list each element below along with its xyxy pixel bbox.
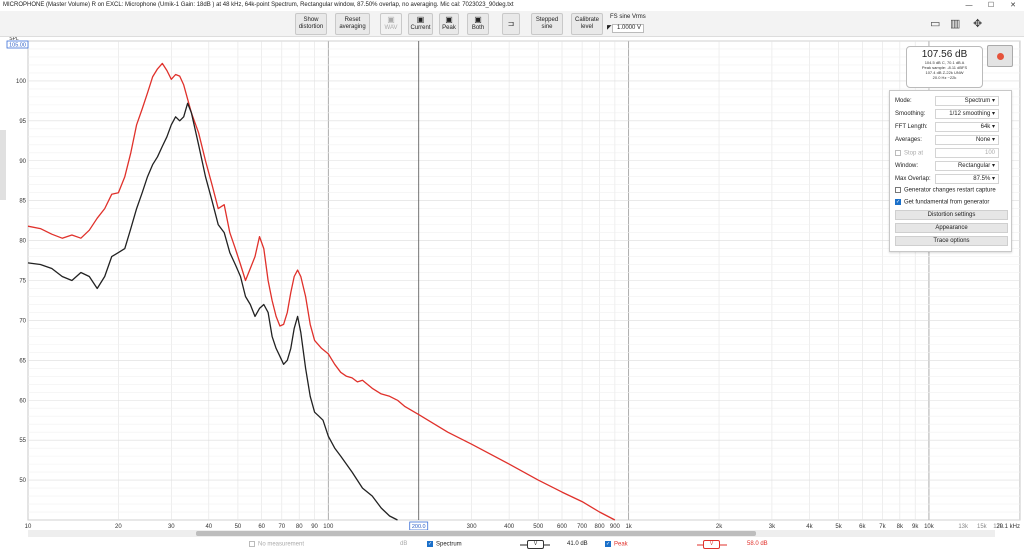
y-tick-label: 100 — [16, 79, 27, 85]
max-overlap-select[interactable]: 87.5% ▾ — [935, 174, 999, 184]
window-select[interactable]: Rectangular ▾ — [935, 161, 999, 171]
save-icon: ▣ — [445, 15, 453, 24]
window-title: MICROPHONE (Master Volume) R on EXCL: Mi… — [3, 2, 514, 8]
y-tick-label: 80 — [19, 239, 26, 245]
save-icon: ▣ — [416, 15, 425, 24]
toolbar: Show distortion Reset averaging ▣ WAV ▣ … — [0, 11, 1024, 37]
trace-options-button[interactable]: Trace options — [895, 236, 1008, 246]
settings-panel: Mode: Spectrum ▾ Smoothing: 1/12 smoothi… — [889, 90, 1012, 252]
fft-length-row: FFT Length: 64k ▾ — [894, 122, 1009, 132]
dropdown-arrow-icon: ▾ — [991, 124, 995, 130]
spectrum-v-badge[interactable]: V — [527, 540, 544, 549]
signal-icon: ⊐ — [507, 18, 515, 28]
save-icon: ▣ — [387, 15, 395, 24]
check-icon: ✓ — [895, 199, 901, 205]
save-peak-button[interactable]: ▣ Peak — [439, 13, 459, 35]
y-top-label: 105.00 — [9, 43, 26, 49]
readout-line: 20.0 Hz ~22k — [932, 75, 957, 80]
smoothing-row: Smoothing: 1/12 smoothing ▾ — [894, 109, 1009, 119]
appearance-button[interactable]: Appearance — [895, 223, 1008, 233]
max-overlap-row: Max Overlap: 87.5% ▾ — [894, 174, 1009, 184]
checkbox-icon — [249, 541, 255, 547]
y-tick-label: 50 — [19, 478, 26, 484]
no-measurement-unit: dB — [400, 541, 408, 547]
y-tick-label: 65 — [19, 358, 26, 364]
monitor-icon[interactable]: ▭ — [930, 17, 940, 30]
y-tick-label: 75 — [19, 279, 26, 285]
save-both-button[interactable]: ▣ Both — [467, 13, 489, 35]
level-readout: 107.56 dB 104.5 dB C, 70.1 dB A Peak sam… — [906, 46, 983, 88]
record-button[interactable] — [987, 45, 1013, 67]
stop-at-input[interactable]: 100 — [935, 148, 999, 158]
spectrum-chart: 5055606570758085909510010 20 30 40 50 60 70 80 9… — [6, 37, 1021, 530]
averages-row: Averages: None ▾ — [894, 135, 1009, 145]
move-icon[interactable]: ✥ — [973, 17, 982, 30]
generator-button[interactable]: ⊐ — [502, 13, 520, 35]
check-icon: ✓ — [427, 541, 433, 547]
save-current-button[interactable]: ▣ Current — [408, 13, 433, 35]
level-value: 107.56 dB — [921, 49, 968, 60]
smoothing-select[interactable]: 1/12 smoothing ▾ — [935, 109, 999, 119]
show-distortion-button[interactable]: Show distortion — [295, 13, 327, 35]
peak-entry[interactable]: ✓ Peak — [605, 541, 628, 548]
save-icon: ▣ — [474, 15, 482, 24]
distortion-settings-button[interactable]: Distortion settings — [895, 210, 1008, 220]
restart-capture-checkbox[interactable]: Generator changes restart capture — [895, 187, 996, 194]
mode-select[interactable]: Spectrum ▾ — [935, 96, 999, 106]
averages-select[interactable]: None ▾ — [935, 135, 999, 145]
fs-sine-value[interactable]: 1.0000 V — [612, 24, 644, 33]
legend-bar: No measurement dB ✓ Spectrum V 41.0 dB ✓ P… — [0, 538, 1024, 552]
window-row: Window: Rectangular ▾ — [894, 161, 1009, 171]
stop-at-row: Stop at 100 — [894, 148, 1009, 158]
y-tick-label: 95 — [19, 119, 26, 125]
y-tick-label: 60 — [19, 398, 26, 404]
peak-value: 58.0 dB — [747, 541, 768, 547]
stop-at-checkbox[interactable] — [895, 150, 901, 156]
record-icon — [997, 53, 1004, 60]
scroll-thumb[interactable] — [196, 531, 756, 536]
close-button[interactable]: ✕ — [1002, 0, 1024, 11]
layout-icon[interactable]: ▥ — [950, 17, 960, 30]
x-unit-label: 20.1 kHz — [996, 524, 1020, 530]
mode-row: Mode: Spectrum ▾ — [894, 96, 1009, 106]
y-tick-label: 90 — [19, 159, 26, 165]
dropdown-arrow-icon: ▾ — [991, 111, 995, 117]
fs-sine-label: FS sine Vrms — [610, 14, 646, 20]
dropdown-arrow-icon: ▾ — [991, 163, 995, 169]
dropdown-arrow-icon: ▾ — [991, 176, 995, 182]
spectrum-value: 41.0 dB — [567, 541, 588, 547]
dropdown-arrow-icon: ▾ — [991, 98, 995, 104]
spectrum-entry[interactable]: ✓ Spectrum — [427, 541, 462, 548]
wav-button[interactable]: ▣ WAV — [380, 13, 402, 35]
horizontal-scrollbar[interactable] — [28, 530, 995, 537]
fundamental-checkbox[interactable]: ✓ Get fundamental from generator — [895, 199, 989, 206]
y-tick-label: 70 — [19, 318, 26, 324]
y-tick-label: 55 — [19, 438, 26, 444]
reset-averaging-button[interactable]: Reset averaging — [335, 13, 370, 35]
check-icon: ✓ — [605, 541, 611, 547]
pin-icon: ◤ — [607, 25, 612, 31]
peak-v-badge[interactable]: V — [703, 540, 720, 549]
maximize-button[interactable]: ☐ — [980, 0, 1002, 11]
y-tick-label: 85 — [19, 199, 26, 205]
fft-length-select[interactable]: 64k ▾ — [935, 122, 999, 132]
stepped-sine-button[interactable]: Stepped sine — [531, 13, 563, 35]
no-measurement-entry[interactable]: No measurement — [249, 541, 304, 548]
title-bar: MICROPHONE (Master Volume) R on EXCL: Mi… — [0, 0, 1024, 11]
window-controls: — ☐ ✕ — [958, 0, 1024, 11]
dropdown-arrow-icon: ▾ — [991, 137, 995, 143]
calibrate-level-button[interactable]: Calibrate level — [571, 13, 603, 35]
minimize-button[interactable]: — — [958, 0, 980, 11]
